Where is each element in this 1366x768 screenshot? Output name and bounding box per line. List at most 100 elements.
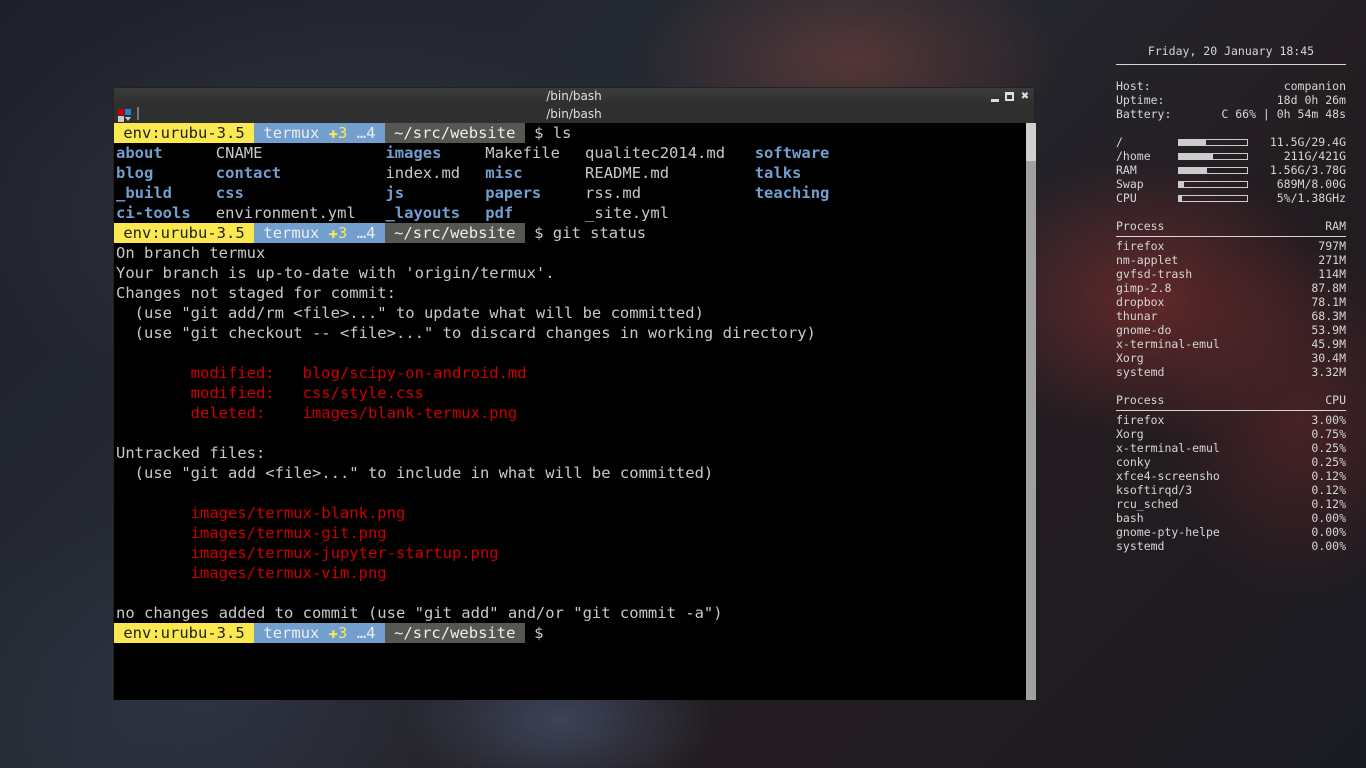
git-status-line: Your branch is up-to-date with 'origin/t…	[116, 264, 555, 282]
prompt-branch: termux	[263, 624, 320, 642]
usage-bar-fill	[1179, 181, 1185, 187]
divider	[1116, 410, 1346, 411]
ls-directory[interactable]: css	[216, 183, 386, 203]
git-status-line: modified: css/style.css	[116, 384, 424, 402]
process-row: systemd 0.00%	[1116, 539, 1346, 553]
process-name: gnome-do	[1116, 323, 1172, 337]
ls-directory[interactable]: papers	[485, 183, 585, 203]
prompt-git-segment: termux ✚3 …4	[254, 123, 385, 143]
ls-directory[interactable]: talks	[755, 163, 855, 183]
process-name: dropbox	[1116, 295, 1165, 309]
untracked-count: …4	[356, 124, 376, 142]
ls-directory[interactable]: images	[385, 143, 485, 163]
ls-directory[interactable]: js	[385, 183, 485, 203]
process-name: thunar	[1116, 309, 1158, 323]
ls-file[interactable]: qualitec2014.md	[585, 143, 755, 163]
git-status-line	[114, 423, 1026, 443]
ls-directory[interactable]: _build	[116, 183, 216, 203]
usage-value: 5%/1.38GHz	[1276, 191, 1346, 205]
process-row: bash 0.00%	[1116, 511, 1346, 525]
process-name: rcu_sched	[1116, 497, 1179, 511]
git-status-line	[114, 343, 1026, 363]
ls-file[interactable]: rss.md	[585, 183, 755, 203]
usage-label: /home	[1116, 149, 1151, 163]
info-value: 18d 0h 26m	[1276, 93, 1346, 107]
minimize-button[interactable]	[991, 94, 999, 102]
ls-file[interactable]: README.md	[585, 163, 755, 183]
scrollbar-thumb[interactable]	[1026, 123, 1036, 161]
git-status-line: Untracked files:	[116, 444, 266, 462]
usage-bar-fill	[1179, 139, 1206, 145]
process-value: 0.00%	[1311, 525, 1346, 539]
process-row: x-terminal-emul 0.25%	[1116, 441, 1346, 455]
cpu-table-header: Process CPU	[1116, 393, 1346, 407]
info-label: Battery:	[1116, 107, 1172, 121]
process-row: thunar 68.3M	[1116, 309, 1346, 323]
usage-row: RAM 1.56G/3.78G	[1116, 163, 1346, 177]
usage-value: 11.5G/29.4G	[1269, 135, 1346, 149]
maximize-button[interactable]	[1005, 92, 1014, 101]
git-status-line	[114, 583, 1026, 603]
process-row: gvfsd-trash 114M	[1116, 267, 1346, 281]
git-status-line: (use "git add/rm <file>..." to update wh…	[116, 304, 704, 322]
tab-title[interactable]: /bin/bash	[546, 107, 601, 121]
terminal-scrollbar[interactable]	[1026, 123, 1036, 700]
process-row: rcu_sched 0.12%	[1116, 497, 1346, 511]
usage-label: /	[1116, 135, 1123, 149]
ls-directory[interactable]: about	[116, 143, 216, 163]
ls-directory[interactable]: _layouts	[385, 203, 485, 223]
ls-directory[interactable]: pdf	[485, 203, 585, 223]
close-button[interactable]: ✖	[1020, 91, 1030, 102]
prompt-symbol: $	[534, 224, 544, 242]
usage-row: CPU 5%/1.38GHz	[1116, 191, 1346, 205]
process-value: 0.12%	[1311, 483, 1346, 497]
usage-value: 1.56G/3.78G	[1269, 163, 1346, 177]
prompt-git-segment: termux ✚3 …4	[254, 223, 385, 243]
process-value: 0.00%	[1311, 511, 1346, 525]
usage-row: /home 211G/421G	[1116, 149, 1346, 163]
git-status-line: On branch termux	[116, 244, 266, 262]
git-status-line	[114, 483, 1026, 503]
ls-file[interactable]: index.md	[385, 163, 485, 183]
process-row: gnome-pty-helpe 0.00%	[1116, 525, 1346, 539]
ls-directory[interactable]: contact	[216, 163, 386, 183]
git-status-line: (use "git checkout -- <file>..." to disc…	[116, 324, 816, 342]
ls-directory[interactable]: misc	[485, 163, 585, 183]
staged-icon: ✚	[328, 624, 339, 642]
process-name: gimp-2.8	[1116, 281, 1172, 295]
usage-bar-fill	[1179, 195, 1183, 201]
ls-file[interactable]: _site.yml	[585, 203, 755, 223]
ls-file[interactable]: CNAME	[216, 143, 386, 163]
process-row: firefox 797M	[1116, 239, 1346, 253]
ls-directory[interactable]: teaching	[755, 183, 855, 203]
terminal-output[interactable]: env:urubu-3.5 termux ✚3 …4 ~/src/website…	[114, 123, 1026, 700]
ls-directory[interactable]: software	[755, 143, 855, 163]
usage-row: Swap 689M/8.00G	[1116, 177, 1346, 191]
usage-bar	[1178, 138, 1248, 146]
staged-count: 3	[338, 124, 348, 142]
git-status-line: images/termux-git.png	[116, 524, 387, 542]
ls-file[interactable]: Makefile	[485, 143, 585, 163]
prompt-symbol: $	[534, 124, 544, 142]
usage-bar-fill	[1179, 153, 1213, 159]
conky-panel: Friday, 20 January 18:45 Host: companion U…	[1116, 44, 1346, 553]
info-label: Host:	[1116, 79, 1151, 93]
process-row: x-terminal-emul 45.9M	[1116, 337, 1346, 351]
git-status-line: (use "git add <file>..." to include in w…	[116, 464, 714, 482]
git-status-line: images/termux-blank.png	[116, 504, 406, 522]
ls-directory[interactable]: blog	[116, 163, 216, 183]
process-name: Xorg	[1116, 427, 1144, 441]
process-row: ksoftirqd/3 0.12%	[1116, 483, 1346, 497]
untracked-count: …4	[356, 224, 376, 242]
prompt-branch: termux	[263, 124, 320, 142]
terminal-menu-icon[interactable]	[118, 109, 131, 122]
terminal-window[interactable]: /bin/bash ✖ /bin/bash env:urubu-3.5 term…	[113, 87, 1036, 700]
process-row: firefox 3.00%	[1116, 413, 1346, 427]
prompt-cwd: ~/src/website	[394, 224, 516, 242]
process-row: gimp-2.8 87.8M	[1116, 281, 1346, 295]
usage-row: / 11.5G/29.4G	[1116, 135, 1346, 149]
window-titlebar[interactable]: /bin/bash ✖	[114, 88, 1034, 105]
ls-file[interactable]: environment.yml	[216, 203, 386, 223]
prompt-branch: termux	[263, 224, 320, 242]
ls-directory[interactable]: ci-tools	[116, 203, 216, 223]
